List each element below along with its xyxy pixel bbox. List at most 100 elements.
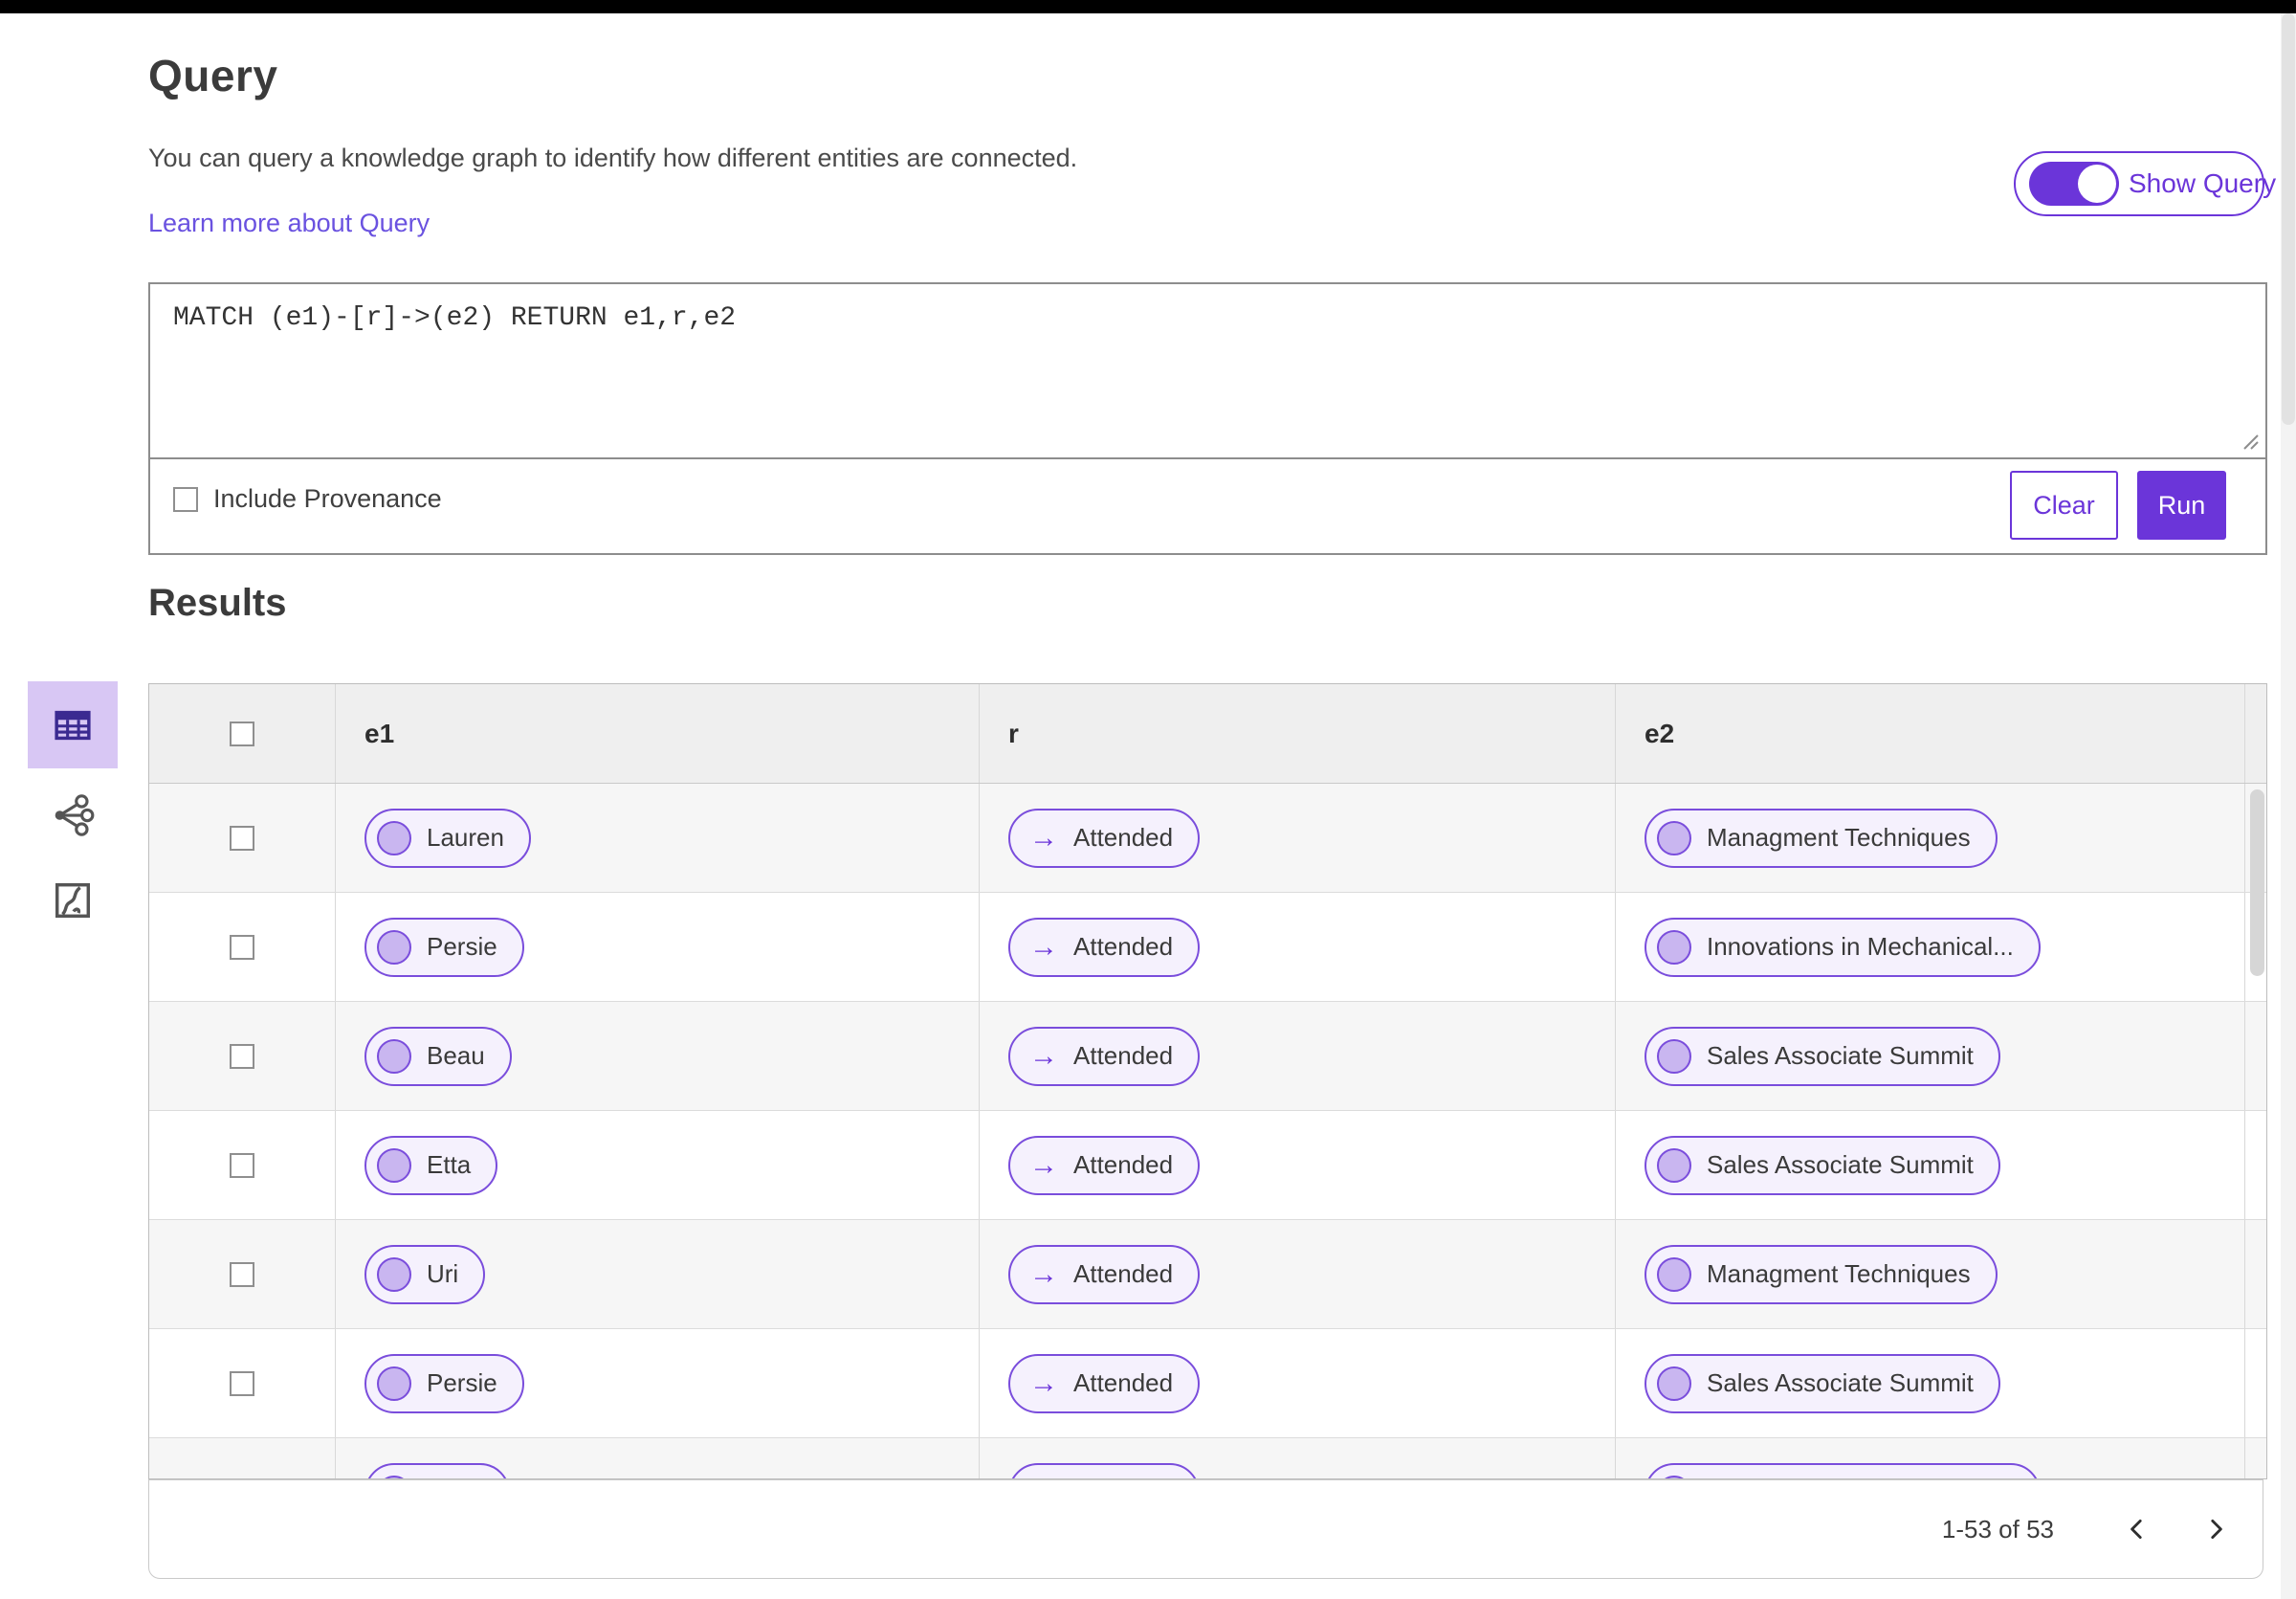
resize-grip-icon[interactable] [2239,430,2260,451]
entity-label: Managment Techniques [1707,1259,1971,1288]
entity-pill[interactable]: Innovations in Mechanical... [1645,1462,2041,1478]
arrow-right-icon: → [1029,821,1058,854]
entity-node-icon [1657,929,1691,965]
entity-node-icon [377,1256,411,1292]
entity-pill[interactable]: Persie [364,1353,524,1413]
run-button[interactable]: Run [2137,471,2226,540]
results-table: e1 r e2 Lauren → Attended Managment Tech… [148,683,2267,1479]
select-all-checkbox[interactable] [230,721,254,746]
entity-pill[interactable]: Managment Techniques [1645,1244,1998,1304]
page-description: You can query a knowledge graph to ident… [148,144,1078,172]
view-map-button[interactable] [28,859,118,942]
chevron-left-icon [2130,1519,2142,1540]
table-row: Persie → Attended Innovations in Mechani… [149,893,2266,1002]
row-checkbox[interactable] [230,1370,254,1396]
relation-pill[interactable]: → Attended [1008,1353,1201,1413]
entity-label: Sales Associate Summit [1707,1041,1974,1070]
relation-label: Attended [1073,1477,1173,1478]
relation-label: Attended [1073,1150,1174,1179]
relation-pill[interactable]: → Attended [1008,1026,1201,1086]
entity-label: Uri [427,1259,459,1288]
view-table-button[interactable] [28,681,118,768]
map-view-icon [55,882,91,919]
entity-node-icon [1657,1366,1691,1401]
include-provenance-checkbox[interactable] [173,486,198,512]
table-row: Etta → Attended Sales Associate Summit [149,1111,2266,1220]
entity-pill[interactable]: Sales Associate Summit [1645,1353,2000,1413]
entity-label: Beau [427,1041,485,1070]
relation-pill[interactable]: → Attended [1008,917,1201,977]
row-checkbox[interactable] [230,1043,254,1069]
row-checkbox[interactable] [230,1152,254,1178]
next-page-button[interactable] [2201,1515,2230,1543]
entity-pill[interactable]: Managment Techniques [1645,808,1998,868]
arrow-right-icon: → [1029,930,1058,963]
arrow-right-icon: → [1029,1366,1058,1399]
entity-pill[interactable]: Innovations in Mechanical... [1645,917,2041,977]
arrow-right-icon: → [1029,1477,1058,1478]
toggle-switch-icon[interactable] [2029,162,2119,206]
entity-pill[interactable]: Uri [364,1244,486,1304]
entity-pill[interactable]: Persie [364,917,524,977]
query-editor-footer: Include Provenance Clear Run [150,459,2265,553]
entity-node-icon [377,820,411,855]
results-heading: Results [148,582,287,624]
previous-page-button[interactable] [2123,1515,2152,1543]
table-row: Persie → Attended Sales Associate Summit [149,1329,2266,1438]
entity-label: Innovations in Mechanical... [1707,932,2014,961]
show-query-toggle[interactable]: Show Query [2014,151,2276,216]
entity-pill[interactable]: Larry [364,1462,511,1478]
chevron-right-icon [2211,1519,2222,1540]
query-input[interactable]: MATCH (e1)-[r]->(e2) RETURN e1,r,e2 [150,284,2265,457]
relation-label: Attended [1073,932,1174,961]
network-view-icon [55,794,95,836]
entity-pill[interactable]: Etta [364,1135,498,1195]
table-scrollbar-thumb[interactable] [2250,789,2264,976]
relation-pill[interactable]: → Attended [1008,1462,1201,1478]
table-header-row: e1 r e2 [149,684,2266,784]
entity-node-icon [377,929,411,965]
column-header-e1[interactable]: e1 [336,684,980,783]
view-network-button[interactable] [28,777,118,854]
relation-pill[interactable]: → Attended [1008,808,1201,868]
row-checkbox[interactable] [230,934,254,960]
pagination-range-label: 1-53 of 53 [1941,1514,2054,1543]
table-row: Lauren → Attended Managment Techniques [149,784,2266,893]
entity-pill[interactable]: Sales Associate Summit [1645,1135,2000,1195]
relation-pill[interactable]: → Attended [1008,1135,1201,1195]
entity-pill[interactable]: Lauren [364,808,531,868]
page-scrollbar-thumb[interactable] [2282,13,2295,425]
learn-more-link[interactable]: Learn more about Query [148,209,430,238]
entity-label: Etta [427,1150,472,1179]
column-header-r[interactable]: r [980,684,1616,783]
entity-label: Persie [427,932,497,961]
relation-label: Attended [1073,823,1174,852]
relation-label: Attended [1073,1259,1174,1288]
entity-pill[interactable]: Beau [364,1026,512,1086]
entity-label: Persie [427,1368,497,1397]
entity-pill[interactable]: Sales Associate Summit [1645,1026,2000,1086]
table-row: Larry → Attended Innovations in Mechanic… [149,1438,2266,1478]
arrow-right-icon: → [1029,1039,1058,1072]
entity-node-icon [1657,1256,1691,1292]
entity-node-icon [377,1475,411,1478]
arrow-right-icon: → [1029,1148,1058,1181]
entity-node-icon [377,1038,411,1074]
include-provenance-label: Include Provenance [213,484,442,513]
entity-label: Lauren [427,823,504,852]
row-checkbox[interactable] [230,825,254,851]
table-view-icon [55,710,91,740]
column-header-e2[interactable]: e2 [1616,684,2245,783]
entity-label: Innovations in Mechanical... [1707,1477,2014,1478]
entity-node-icon [1657,1038,1691,1074]
clear-button[interactable]: Clear [2010,471,2118,540]
toggle-knob [2078,165,2116,203]
row-checkbox[interactable] [230,1261,254,1287]
table-row: Beau → Attended Sales Associate Summit [149,1002,2266,1111]
relation-pill[interactable]: → Attended [1008,1244,1201,1304]
table-row: Uri → Attended Managment Techniques [149,1220,2266,1329]
page-title: Query [148,51,278,100]
page-scrollbar[interactable] [2281,13,2296,1599]
query-editor-panel: MATCH (e1)-[r]->(e2) RETURN e1,r,e2 Incl… [148,282,2267,555]
entity-node-icon [377,1366,411,1401]
